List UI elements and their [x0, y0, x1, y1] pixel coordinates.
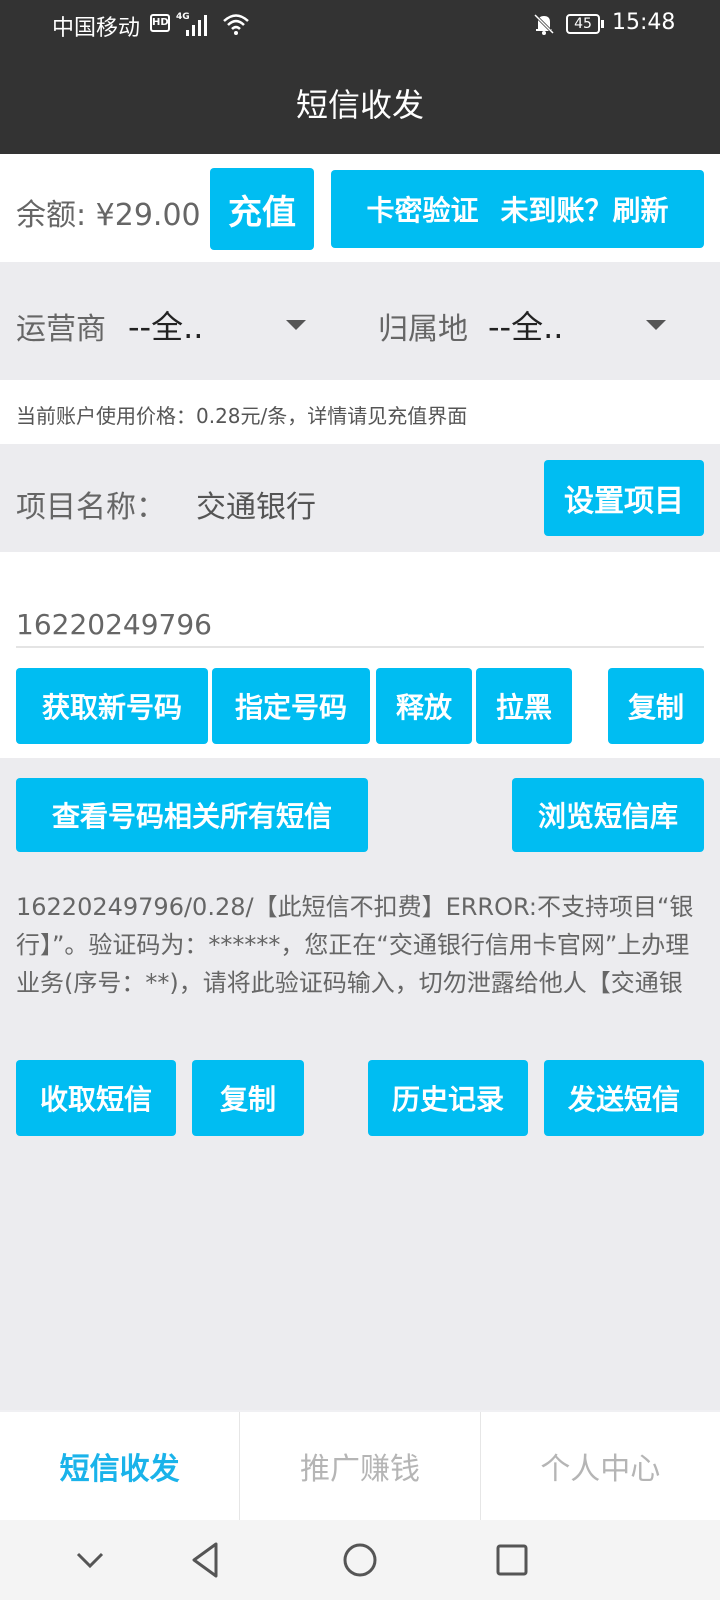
number-section: 获取新号码 指定号码 释放 拉黑 复制 [0, 552, 720, 758]
tab-profile[interactable]: 个人中心 [481, 1412, 720, 1520]
system-nav-bar [0, 1520, 720, 1600]
sms-content: 16220249796/0.28/【此短信不扣费】ERROR:不支持项目“银行】… [16, 893, 694, 997]
copy-sms-button[interactable]: 复制 [192, 1060, 304, 1136]
copy-number-button[interactable]: 复制 [608, 668, 704, 744]
project-name: 交通银行 [196, 490, 316, 525]
set-project-button[interactable]: 设置项目 [544, 460, 704, 536]
filter-row: 运营商 --全.. 归属地 --全.. [0, 262, 720, 380]
carrier-name: 中国移动 [52, 16, 141, 41]
location-filter-label: 归属地 [378, 312, 468, 347]
balance-label: 余额: ¥29.00 [16, 198, 201, 233]
battery-tip [601, 20, 604, 28]
mute-bell-icon [533, 13, 555, 35]
project-label: 项目名称： [16, 490, 166, 525]
send-sms-button[interactable]: 发送短信 [544, 1060, 704, 1136]
bottom-nav: 短信收发 推广赚钱 个人中心 [0, 1412, 720, 1520]
recharge-button[interactable]: 充值 [210, 168, 314, 250]
battery-icon: 45 [566, 14, 600, 34]
chevron-down-icon[interactable] [286, 320, 306, 330]
chevron-down-icon[interactable] [68, 1538, 112, 1582]
back-icon[interactable] [184, 1538, 228, 1582]
tab-promote[interactable]: 推广赚钱 [240, 1412, 481, 1520]
recents-icon[interactable] [490, 1538, 534, 1582]
specify-number-button[interactable]: 指定号码 [212, 668, 370, 744]
balance-row: 余额: ¥29.00 充值 卡密验证 未到账？刷新 [0, 154, 720, 262]
history-button[interactable]: 历史记录 [368, 1060, 528, 1136]
hd-icon: HD [150, 14, 170, 32]
carrier-filter-label: 运营商 [16, 312, 106, 347]
release-button[interactable]: 释放 [376, 668, 472, 744]
view-all-sms-button[interactable]: 查看号码相关所有短信 [16, 778, 368, 852]
price-note: 当前账户使用价格：0.28元/条，详情请见充值界面 [16, 404, 468, 428]
sms-section: 查看号码相关所有短信 浏览短信库 16220249796/0.28/【此短信不扣… [0, 758, 720, 1410]
project-row: 项目名称： 交通银行 设置项目 [0, 444, 720, 552]
carrier-select[interactable]: --全.. [128, 302, 203, 348]
price-note-row: 当前账户使用价格：0.28元/条，详情请见充值界面 [0, 380, 720, 444]
tab-sms[interactable]: 短信收发 [0, 1412, 241, 1520]
card-verify-label: 卡密验证 [366, 194, 479, 227]
refresh-label: 未到账？刷新 [500, 194, 669, 227]
get-new-number-button[interactable]: 获取新号码 [16, 668, 208, 744]
browse-sms-library-button[interactable]: 浏览短信库 [512, 778, 704, 852]
app-header: 短信收发 [0, 50, 720, 154]
receive-sms-button[interactable]: 收取短信 [16, 1060, 176, 1136]
wifi-icon [223, 14, 249, 35]
blacklist-button[interactable]: 拉黑 [476, 668, 572, 744]
signal-icon [186, 15, 207, 36]
chevron-down-icon[interactable] [646, 320, 666, 330]
card-verify-refresh-button[interactable]: 卡密验证 未到账？刷新 [331, 170, 704, 248]
phone-number-field[interactable] [16, 602, 704, 648]
page-title: 短信收发 [295, 86, 424, 124]
home-icon[interactable] [338, 1538, 382, 1582]
clock: 15:48 [612, 10, 676, 35]
status-bar: 中国移动 HD 4G 45 15:48 [0, 0, 720, 50]
location-select[interactable]: --全.. [488, 302, 563, 348]
